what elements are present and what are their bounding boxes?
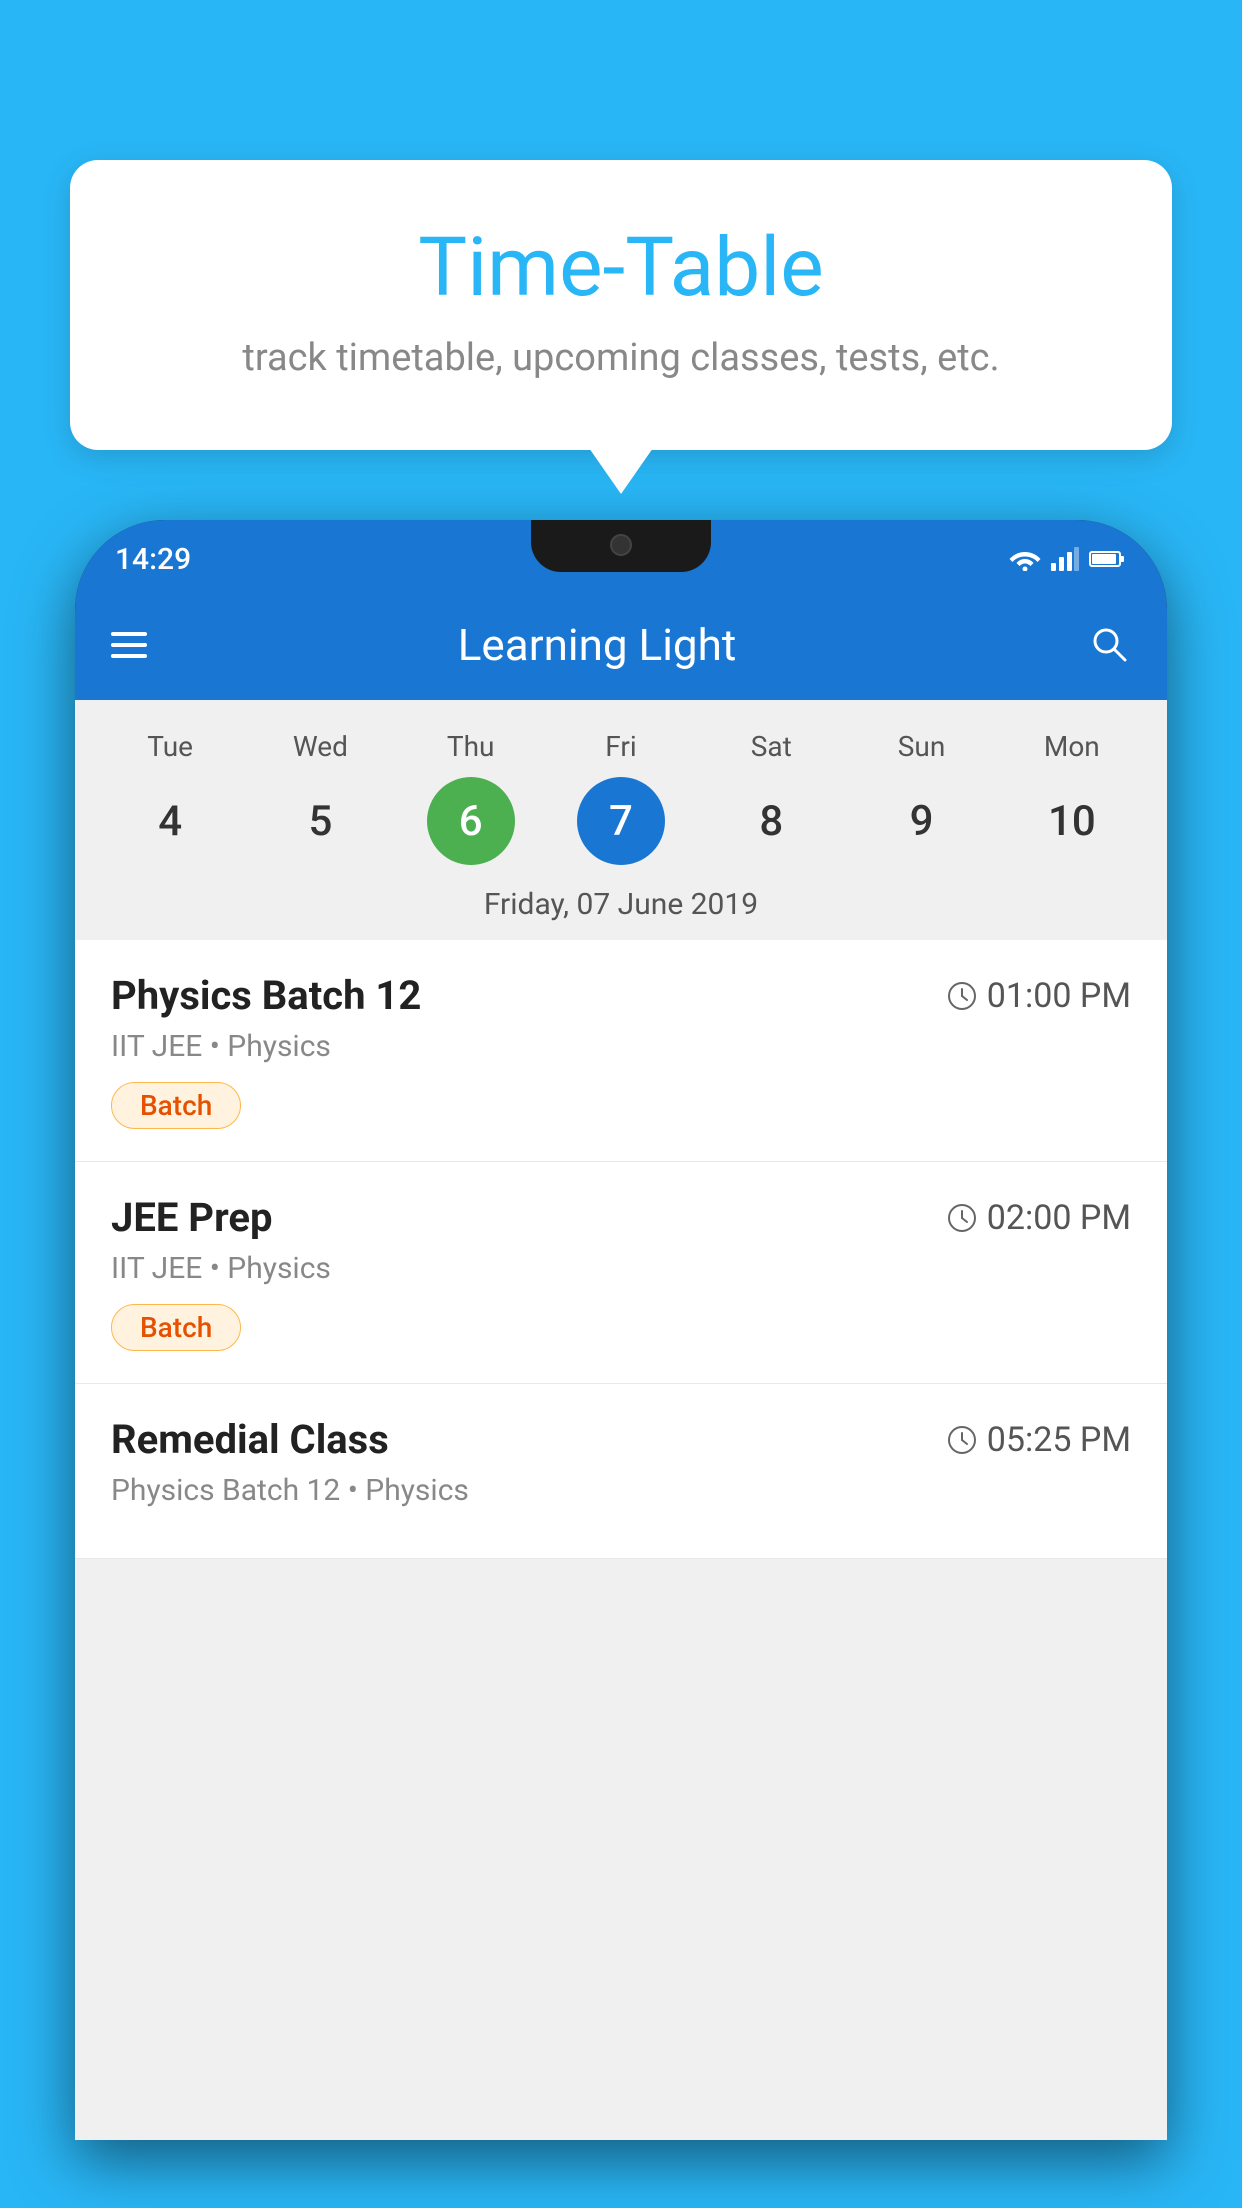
class-header-1: Physics Batch 12 01:00 PM [111,972,1131,1019]
class-list: Physics Batch 12 01:00 PM IIT JEE • Phys… [75,940,1167,1559]
batch-badge-2: Batch [111,1304,241,1351]
class-header-3: Remedial Class 05:25 PM [111,1416,1131,1463]
day-label-tue: Tue [126,730,214,763]
batch-badge-1: Batch [111,1082,241,1129]
day-4[interactable]: 4 [126,777,214,865]
tooltip-title: Time-Table [120,220,1122,316]
class-header-2: JEE Prep 02:00 PM [111,1194,1131,1241]
signal-icon [1051,547,1079,571]
class-meta-1: IIT JEE • Physics [111,1029,1131,1064]
day-9[interactable]: 9 [878,777,966,865]
class-time-3: 05:25 PM [947,1420,1131,1460]
clock-icon-3 [947,1425,977,1455]
day-label-sat: Sat [727,730,815,763]
class-meta-3: Physics Batch 12 • Physics [111,1473,1131,1508]
camera [610,534,632,556]
day-labels: Tue Wed Thu Fri Sat Sun Mon [75,720,1167,773]
screen-content: Tue Wed Thu Fri Sat Sun Mon 4 5 6 7 8 9 … [75,700,1167,2140]
phone-frame: 14:29 [75,520,1167,2140]
class-name-3: Remedial Class [111,1416,389,1463]
tooltip-subtitle: track timetable, upcoming classes, tests… [120,336,1122,380]
calendar: Tue Wed Thu Fri Sat Sun Mon 4 5 6 7 8 9 … [75,700,1167,940]
day-5[interactable]: 5 [276,777,364,865]
class-meta-2: IIT JEE • Physics [111,1251,1131,1286]
tooltip-card: Time-Table track timetable, upcoming cla… [70,160,1172,450]
selected-date-label: Friday, 07 June 2019 [75,879,1167,940]
phone-wrapper: 14:29 [75,520,1167,2208]
app-bar: Learning Light [75,590,1167,700]
day-10[interactable]: 10 [1028,777,1116,865]
day-8[interactable]: 8 [727,777,815,865]
day-label-wed: Wed [276,730,364,763]
wifi-icon [1009,547,1041,571]
class-time-1: 01:00 PM [947,976,1131,1016]
class-name-1: Physics Batch 12 [111,972,421,1019]
phone-notch [531,520,711,572]
day-label-thu: Thu [427,730,515,763]
day-6-today[interactable]: 6 [427,777,515,865]
day-label-mon: Mon [1028,730,1116,763]
battery-icon [1089,549,1127,569]
class-item-1[interactable]: Physics Batch 12 01:00 PM IIT JEE • Phys… [75,940,1167,1162]
status-time: 14:29 [115,534,191,577]
clock-icon-1 [947,981,977,1011]
class-item-3[interactable]: Remedial Class 05:25 PM Physics Batch 12… [75,1384,1167,1559]
day-7-selected[interactable]: 7 [577,777,665,865]
search-button[interactable] [1087,622,1131,669]
class-name-2: JEE Prep [111,1194,272,1241]
day-label-sun: Sun [878,730,966,763]
class-item-2[interactable]: JEE Prep 02:00 PM IIT JEE • Physics Batc… [75,1162,1167,1384]
day-numbers: 4 5 6 7 8 9 10 [75,773,1167,879]
clock-icon-2 [947,1203,977,1233]
app-title: Learning Light [107,619,1087,671]
class-time-2: 02:00 PM [947,1198,1131,1238]
day-label-fri: Fri [577,730,665,763]
status-icons [1009,539,1127,571]
